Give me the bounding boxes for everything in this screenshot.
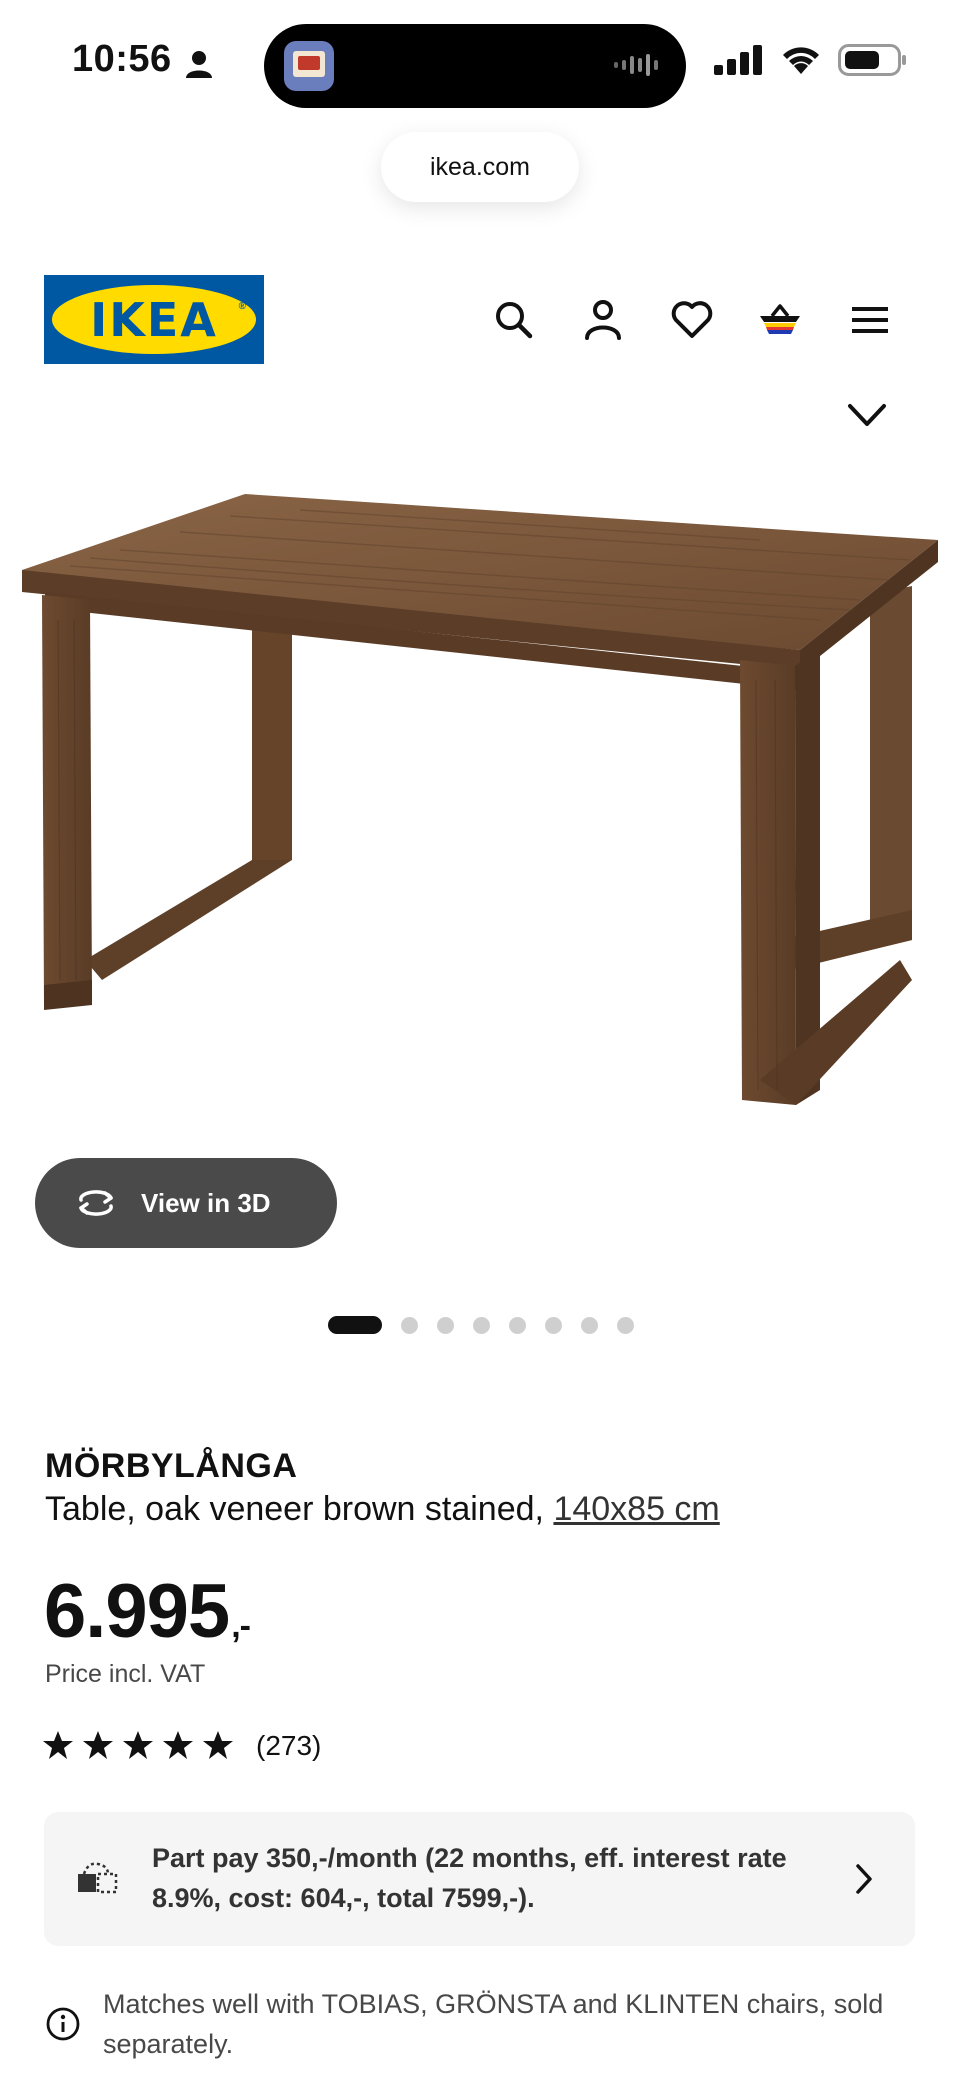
star-icon (83, 1731, 113, 1759)
chevron-down-icon[interactable] (846, 400, 888, 430)
battery-icon (838, 44, 906, 76)
view-in-3d-label: View in 3D (141, 1187, 271, 1218)
product-size-link[interactable]: 140x85 cm (553, 1490, 719, 1528)
menu-icon[interactable] (846, 296, 894, 344)
cart-basket-icon[interactable] (756, 296, 804, 344)
dynamic-island[interactable] (264, 24, 686, 108)
product-name: MÖRBYLÅNGA (45, 1447, 298, 1485)
view-in-3d-button[interactable]: View in 3D (35, 1158, 337, 1248)
wifi-icon (783, 47, 819, 74)
product-description-text: Table, oak veneer brown stained, (45, 1490, 554, 1528)
star-icon (163, 1731, 193, 1759)
review-count[interactable]: (273) (256, 1730, 321, 1762)
star-icon (123, 1731, 153, 1759)
part-pay-text: Part pay 350,-/month (22 months, eff. in… (152, 1843, 787, 1913)
person-icon (186, 51, 212, 78)
account-icon[interactable] (579, 296, 627, 344)
url-bar[interactable]: ikea.com (381, 132, 579, 202)
vat-note: Price incl. VAT (45, 1660, 206, 1688)
price-value: 6.995 (44, 1569, 230, 1654)
product-price: 6.995,- (44, 1568, 251, 1655)
signal-icon (714, 45, 762, 75)
info-icon (46, 2007, 80, 2041)
status-time: 10:56 (72, 38, 172, 80)
part-pay-icon (78, 1862, 118, 1894)
product-description: Table, oak veneer brown stained, 140x85 … (45, 1490, 720, 1529)
product-image-table[interactable] (0, 440, 960, 1140)
price-suffix: ,- (231, 1607, 251, 1645)
carousel-dot[interactable] (545, 1316, 562, 1334)
carousel-pagination (328, 1316, 653, 1334)
carousel-dot[interactable] (581, 1316, 598, 1334)
matches-info-text: Matches well with TOBIAS, GRÖNSTA and KL… (103, 1989, 884, 2059)
ikea-logo[interactable]: IKEA ® (44, 275, 264, 364)
now-playing-app-icon[interactable] (284, 41, 334, 91)
carousel-dot[interactable] (401, 1316, 418, 1334)
part-pay-banner[interactable]: Part pay 350,-/month (22 months, eff. in… (44, 1812, 915, 1946)
carousel-dot[interactable] (473, 1316, 490, 1334)
search-icon[interactable] (490, 296, 538, 344)
star-half-icon (203, 1731, 233, 1759)
audio-wave-icon (614, 54, 658, 76)
rotate-3d-icon (79, 1190, 113, 1216)
rating-stars[interactable] (42, 1730, 234, 1760)
wishlist-heart-icon[interactable] (668, 296, 716, 344)
carousel-dot[interactable] (617, 1316, 634, 1334)
carousel-dot[interactable] (437, 1316, 454, 1334)
star-icon (43, 1731, 73, 1759)
logo-text: IKEA (90, 292, 218, 347)
chevron-right-icon (856, 1864, 872, 1894)
carousel-dot-active[interactable] (328, 1316, 382, 1334)
carousel-dot[interactable] (509, 1316, 526, 1334)
